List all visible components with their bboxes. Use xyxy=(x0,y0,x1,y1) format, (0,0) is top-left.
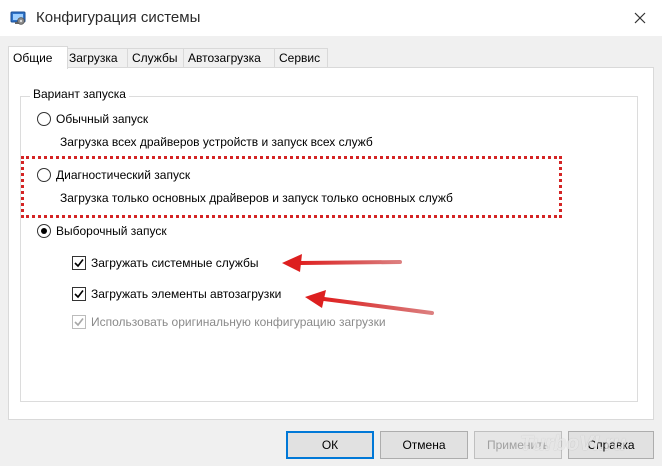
tab-services[interactable]: Службы xyxy=(127,48,185,68)
window-title: Конфигурация системы xyxy=(36,9,201,26)
checkmark-icon xyxy=(74,318,84,327)
use-original-boot-config-check xyxy=(72,315,86,329)
close-button[interactable] xyxy=(626,4,654,32)
checkmark-icon xyxy=(74,259,84,268)
close-icon xyxy=(634,12,646,24)
tab-boot[interactable]: Загрузка xyxy=(64,48,129,68)
use-original-boot-config-label: Использовать оригинальную конфигурацию з… xyxy=(91,315,386,329)
selective-startup-radio[interactable]: Выборочный запуск xyxy=(37,224,237,240)
selective-startup-radio-button[interactable] xyxy=(37,224,51,238)
title-bar: Конфигурация системы xyxy=(0,0,662,36)
load-system-services-label: Загружать системные службы xyxy=(91,256,259,270)
normal-startup-radio[interactable]: Обычный запуск xyxy=(37,112,237,128)
diagnostic-startup-label: Диагностический запуск xyxy=(56,168,191,182)
tab-tools[interactable]: Сервис xyxy=(274,48,328,68)
load-startup-items-label: Загружать элементы автозагрузки xyxy=(91,287,282,301)
system-configuration-window: Конфигурация системы Общие Загрузка Служ… xyxy=(0,0,662,466)
normal-startup-radio-button[interactable] xyxy=(37,112,51,126)
apply-button: Применить xyxy=(474,431,562,459)
checkmark-icon xyxy=(74,290,84,299)
load-startup-items-checkbox[interactable]: Загружать элементы автозагрузки xyxy=(72,287,312,303)
load-startup-items-check[interactable] xyxy=(72,287,86,301)
tab-general[interactable]: Общие xyxy=(8,46,68,69)
diagnostic-startup-radio-button[interactable] xyxy=(37,168,51,182)
load-system-services-checkbox[interactable]: Загружать системные службы xyxy=(72,256,302,272)
tab-startup[interactable]: Автозагрузка xyxy=(183,48,276,68)
help-button[interactable]: Справка xyxy=(568,431,654,459)
diagnostic-startup-radio[interactable]: Диагностический запуск xyxy=(37,168,257,184)
normal-startup-description: Загрузка всех драйверов устройств и запу… xyxy=(60,135,373,149)
selective-startup-label: Выборочный запуск xyxy=(56,224,167,238)
ok-button[interactable]: ОК xyxy=(286,431,374,459)
cancel-button[interactable]: Отмена xyxy=(380,431,468,459)
use-original-boot-config-checkbox: Использовать оригинальную конфигурацию з… xyxy=(72,315,412,331)
diagnostic-startup-description: Загрузка только основных драйверов и зап… xyxy=(60,191,453,205)
msconfig-icon xyxy=(10,10,26,26)
startup-selection-label: Вариант запуска xyxy=(30,87,129,101)
normal-startup-label: Обычный запуск xyxy=(56,112,149,126)
load-system-services-check[interactable] xyxy=(72,256,86,270)
